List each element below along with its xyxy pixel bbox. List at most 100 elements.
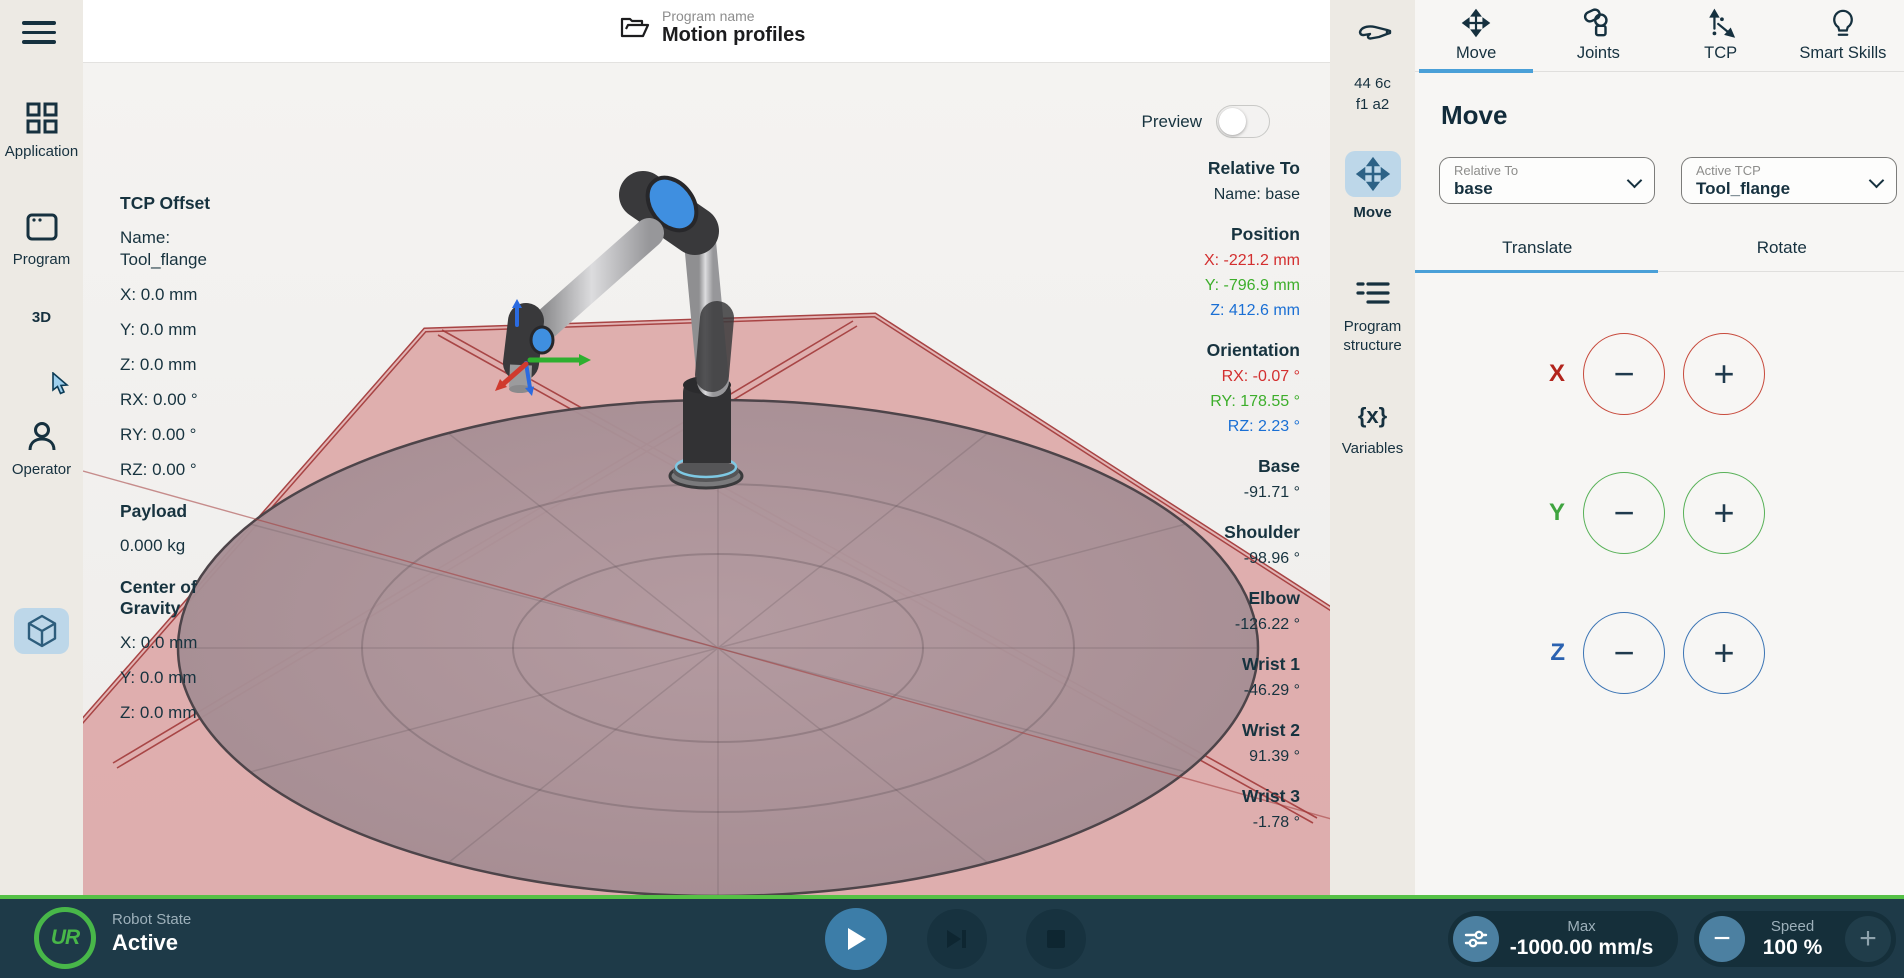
tool-program-structure-label-2: structure (1343, 337, 1402, 354)
tcp-offset-rx: RX: 0.00 ° (120, 390, 198, 409)
speed-increase-button[interactable]: + (1845, 916, 1891, 962)
sidebar-item-label: Application (4, 143, 79, 160)
sidebar-item-label: Program (12, 251, 71, 268)
axis-z-label: Z (1550, 639, 1565, 666)
program-name-value[interactable]: Motion profiles (662, 24, 805, 47)
y-minus-button[interactable]: − (1583, 472, 1665, 554)
cog-title: Center of Gravity (120, 577, 197, 618)
tcp-offset-ry: RY: 0.00 ° (120, 425, 197, 444)
sidebar-item-label: Operator (11, 461, 72, 478)
axis-x-label: X (1548, 360, 1565, 387)
status-bar: UR Robot State Active Max -1000.00 mm/s … (0, 895, 1904, 978)
joint-value: -1.78 ° (1252, 814, 1300, 831)
polyscope-app: Application Program 3D Operator Program … (0, 0, 1904, 978)
translate-rotate-tabs: Translate Rotate (1415, 228, 1904, 273)
joint-label: Base (1258, 456, 1300, 476)
position-y: Y: -796.9 mm (1204, 277, 1300, 294)
x-plus-button[interactable]: + (1683, 333, 1765, 415)
hand-guide-icon (1358, 25, 1391, 40)
tab-translate[interactable]: Translate (1415, 228, 1660, 273)
joint-label: Wrist 3 (1241, 786, 1300, 806)
relative-to-dropdown-label: Relative To (1454, 163, 1519, 178)
joint-value: -46.29 ° (1243, 682, 1300, 699)
tcp-offset-z: Z: 0.0 mm (120, 355, 197, 374)
tab-joints[interactable]: Joints (1537, 0, 1659, 71)
speed-pill: − Speed 100 % + (1694, 911, 1896, 967)
tab-tcp-label: TCP (1704, 44, 1738, 62)
tab-tcp[interactable]: TCP (1660, 0, 1782, 71)
robot-state-label: Robot State (112, 911, 192, 928)
program-structure-icon (1355, 282, 1390, 304)
tcp-offset-y: Y: 0.0 mm (120, 320, 197, 339)
play-icon (848, 928, 866, 950)
tool-variables[interactable]: {x} Variables (1330, 403, 1415, 458)
tab-move-label: Move (1455, 44, 1497, 62)
position-title: Position (1230, 224, 1300, 244)
speed-decrease-button[interactable]: − (1699, 916, 1745, 962)
skip-next-button[interactable] (927, 909, 987, 969)
joint-value: 91.39 ° (1249, 748, 1300, 765)
preview-control: Preview (1142, 105, 1270, 138)
chevron-down-icon (1626, 172, 1643, 189)
move-arrows-icon (1355, 156, 1390, 192)
joints-tab-icon (1584, 8, 1609, 37)
y-plus-button[interactable]: + (1683, 472, 1765, 554)
device-id-line2: f1 a2 (1355, 96, 1390, 113)
axis-row-x: X − + (1415, 333, 1904, 415)
joint-label: Elbow (1248, 588, 1300, 608)
3d-viewport[interactable]: Preview TCP Offset Name: Tool_flange X: … (83, 63, 1330, 895)
device-id-line1: 44 6c (1354, 75, 1391, 92)
stop-icon (1047, 930, 1065, 948)
z-minus-button[interactable]: − (1583, 612, 1665, 694)
tool-program-structure[interactable]: Program structure (1330, 280, 1415, 355)
speed-label: Speed (1770, 918, 1815, 935)
active-tcp-dropdown[interactable]: Active TCP Tool_flange (1681, 157, 1897, 204)
smart-skills-bulb-icon (1832, 9, 1853, 36)
sidebar-item-operator[interactable]: Operator (0, 419, 83, 478)
tab-joints-label: Joints (1576, 44, 1620, 62)
joint-label: Wrist 2 (1241, 720, 1300, 740)
position-z: Z: 412.6 mm (1210, 302, 1300, 319)
payload-title: Payload (120, 501, 188, 521)
relative-to-dropdown-value: base (1454, 179, 1493, 198)
position-x: X: -221.2 mm (1203, 252, 1300, 269)
program-name-label: Program name (662, 8, 755, 24)
jog-panel: Move Joints TCP Smart Skills Move Relati… (1415, 0, 1904, 895)
cube-3d-icon (27, 614, 56, 648)
program-header: Program name Motion profiles (83, 0, 1330, 63)
max-speed-pill: Max -1000.00 mm/s (1448, 911, 1678, 967)
tab-move[interactable]: Move (1415, 0, 1537, 73)
stop-button[interactable] (1026, 909, 1086, 969)
sidebar-item-program[interactable]: Program (0, 212, 83, 268)
hamburger-menu-icon[interactable] (22, 15, 56, 44)
sidebar-item-application[interactable]: Application (0, 101, 83, 160)
tool-program-structure-label-1: Program (1343, 318, 1402, 335)
relative-to-dropdown[interactable]: Relative To base (1439, 157, 1655, 204)
joint-value: -98.96 ° (1243, 550, 1300, 567)
preview-toggle[interactable] (1216, 105, 1270, 138)
axis-y-label: Y (1548, 499, 1565, 526)
preview-label: Preview (1141, 111, 1202, 131)
play-button[interactable] (825, 908, 887, 970)
relative-to-title: Relative To (1207, 158, 1300, 178)
robot-state-value: Active (112, 930, 179, 955)
axis-row-z: Z − + (1415, 612, 1904, 694)
sliders-icon (1464, 930, 1488, 948)
x-minus-button[interactable]: − (1583, 333, 1665, 415)
orientation-rz: RZ: 2.23 ° (1227, 418, 1300, 435)
sidebar-item-3d[interactable]: 3D (0, 304, 83, 654)
tool-move-label: Move (1353, 204, 1392, 221)
ur-logo[interactable]: UR (34, 907, 96, 969)
speed-settings-button[interactable] (1453, 916, 1499, 962)
jog-tabs: Move Joints TCP Smart Skills (1415, 0, 1904, 73)
tool-variables-label: Variables (1341, 440, 1404, 457)
hand-guide-button[interactable] (1330, 22, 1415, 59)
orientation-ry: RY: 178.55 ° (1210, 393, 1300, 410)
tcp-tab-icon (1708, 8, 1735, 38)
active-tcp-dropdown-value: Tool_flange (1696, 179, 1791, 198)
tab-smart-skills[interactable]: Smart Skills (1782, 0, 1904, 71)
3d-selected-tile (14, 608, 69, 654)
z-plus-button[interactable]: + (1683, 612, 1765, 694)
tab-rotate[interactable]: Rotate (1660, 228, 1904, 271)
tool-move[interactable]: Move (1330, 151, 1415, 222)
